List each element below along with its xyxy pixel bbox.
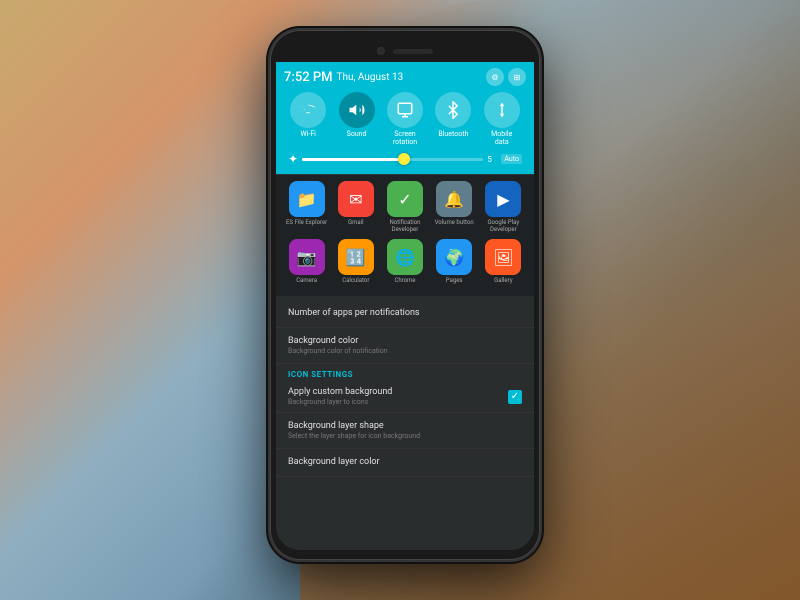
app-es-explorer[interactable]: 📁 ES File Explorer xyxy=(285,181,329,233)
phone-inner: 7:52 PM Thu, August 13 ⚙ ⊞ xyxy=(276,40,534,550)
phone-device: 7:52 PM Thu, August 13 ⚙ ⊞ xyxy=(270,30,540,560)
volume-label: Volume button xyxy=(435,219,474,226)
custom-bg-left: Apply custom background Background layer… xyxy=(288,387,508,406)
custom-bg-checkbox[interactable]: ✓ xyxy=(508,390,522,404)
phone-camera xyxy=(377,47,385,55)
toggle-mobile-data[interactable]: Mobiledata xyxy=(484,92,520,146)
brightness-value: 5 xyxy=(487,155,497,164)
notification-label: Notification Developer xyxy=(383,219,427,233)
app-gmail[interactable]: ✉ Gmail xyxy=(334,181,378,233)
sound-btn[interactable] xyxy=(339,92,375,128)
pages-icon: 🌍 xyxy=(436,239,472,275)
play-label: Google Play Developer xyxy=(481,219,525,233)
icon-settings-header: ICON SETTINGS xyxy=(276,364,534,381)
phone-screen: 7:52 PM Thu, August 13 ⚙ ⊞ xyxy=(276,62,534,550)
phone-speaker xyxy=(393,49,433,54)
gallery-icon: 🖼 xyxy=(485,239,521,275)
status-date: Thu, August 13 xyxy=(337,72,487,83)
settings-bg-color[interactable]: Background color Background color of not… xyxy=(276,328,534,364)
bluetooth-btn[interactable] xyxy=(435,92,471,128)
app-play[interactable]: ▶ Google Play Developer xyxy=(481,181,525,233)
phone-top-bar xyxy=(276,40,534,62)
grid-icon[interactable]: ⊞ xyxy=(508,68,526,86)
bg-color-title: Background color xyxy=(288,336,522,346)
app-chrome[interactable]: 🌐 Chrome xyxy=(383,239,427,284)
apps-per-notif-title: Number of apps per notifications xyxy=(288,308,522,318)
mobile-data-label: Mobiledata xyxy=(491,130,512,146)
app-notification[interactable]: ✓ Notification Developer xyxy=(383,181,427,233)
custom-bg-subtitle: Background layer to icons xyxy=(288,398,508,406)
gmail-label: Gmail xyxy=(348,219,364,226)
play-icon: ▶ xyxy=(485,181,521,217)
settings-layer-color[interactable]: Background layer color xyxy=(276,449,534,477)
chrome-icon: 🌐 xyxy=(387,239,423,275)
es-explorer-icon: 📁 xyxy=(289,181,325,217)
calculator-label: Calculator xyxy=(342,277,369,284)
wifi-btn[interactable] xyxy=(290,92,326,128)
app-row-2: 📷 Camera 🔢 Calculator 🌐 Chrome 🌍 Pages xyxy=(282,239,528,284)
wifi-label: Wi-Fi xyxy=(300,130,315,138)
status-icons: ⚙ ⊞ xyxy=(486,68,526,86)
rotation-btn[interactable] xyxy=(387,92,423,128)
settings-apps-per-notif[interactable]: Number of apps per notifications xyxy=(276,300,534,328)
quick-toggles: Wi-Fi Sound xyxy=(284,92,526,146)
bluetooth-label: Bluetooth xyxy=(438,130,468,138)
toggle-rotation[interactable]: Screenrotation xyxy=(387,92,423,146)
app-calculator[interactable]: 🔢 Calculator xyxy=(334,239,378,284)
settings-custom-bg[interactable]: Apply custom background Background layer… xyxy=(276,381,534,413)
layer-shape-subtitle: Select the layer shape for icon backgrou… xyxy=(288,432,522,440)
calculator-icon: 🔢 xyxy=(338,239,374,275)
toggle-wifi[interactable]: Wi-Fi xyxy=(290,92,326,146)
camera-icon: 📷 xyxy=(289,239,325,275)
toggle-bluetooth[interactable]: Bluetooth xyxy=(435,92,471,146)
gallery-label: Gallery xyxy=(494,277,512,284)
status-bar: 7:52 PM Thu, August 13 ⚙ ⊞ xyxy=(284,68,526,86)
es-explorer-label: ES File Explorer xyxy=(286,219,327,226)
app-gallery[interactable]: 🖼 Gallery xyxy=(481,239,525,284)
rotation-label: Screenrotation xyxy=(393,130,417,146)
brightness-track[interactable] xyxy=(302,158,483,161)
app-volume[interactable]: 🔔 Volume button xyxy=(432,181,476,233)
brightness-auto: Auto xyxy=(501,154,522,164)
brightness-icon: ✦ xyxy=(288,152,298,166)
sound-label: Sound xyxy=(347,130,367,138)
mobile-data-btn[interactable] xyxy=(484,92,520,128)
settings-panel: Number of apps per notifications Backgro… xyxy=(276,296,534,550)
pages-label: Pages xyxy=(446,277,463,284)
chrome-label: Chrome xyxy=(394,277,415,284)
volume-icon: 🔔 xyxy=(436,181,472,217)
quick-settings-panel: 7:52 PM Thu, August 13 ⚙ ⊞ xyxy=(276,62,534,174)
brightness-thumb[interactable] xyxy=(398,153,410,165)
app-row-1: 📁 ES File Explorer ✉ Gmail ✓ Notificatio… xyxy=(282,181,528,233)
app-pages[interactable]: 🌍 Pages xyxy=(432,239,476,284)
brightness-fill xyxy=(302,158,402,161)
app-grid: 📁 ES File Explorer ✉ Gmail ✓ Notificatio… xyxy=(276,174,534,296)
notification-icon: ✓ xyxy=(387,181,423,217)
toggle-sound[interactable]: Sound xyxy=(339,92,375,146)
layer-color-title: Background layer color xyxy=(288,457,522,467)
layer-shape-title: Background layer shape xyxy=(288,421,522,431)
gmail-icon: ✉ xyxy=(338,181,374,217)
camera-label: Camera xyxy=(296,277,317,284)
brightness-row: ✦ 5 Auto xyxy=(284,152,526,166)
settings-layer-shape[interactable]: Background layer shape Select the layer … xyxy=(276,413,534,449)
custom-bg-title: Apply custom background xyxy=(288,387,508,397)
bg-color-subtitle: Background color of notification xyxy=(288,347,522,355)
app-camera[interactable]: 📷 Camera xyxy=(285,239,329,284)
status-time: 7:52 PM xyxy=(284,70,333,85)
settings-icon[interactable]: ⚙ xyxy=(486,68,504,86)
